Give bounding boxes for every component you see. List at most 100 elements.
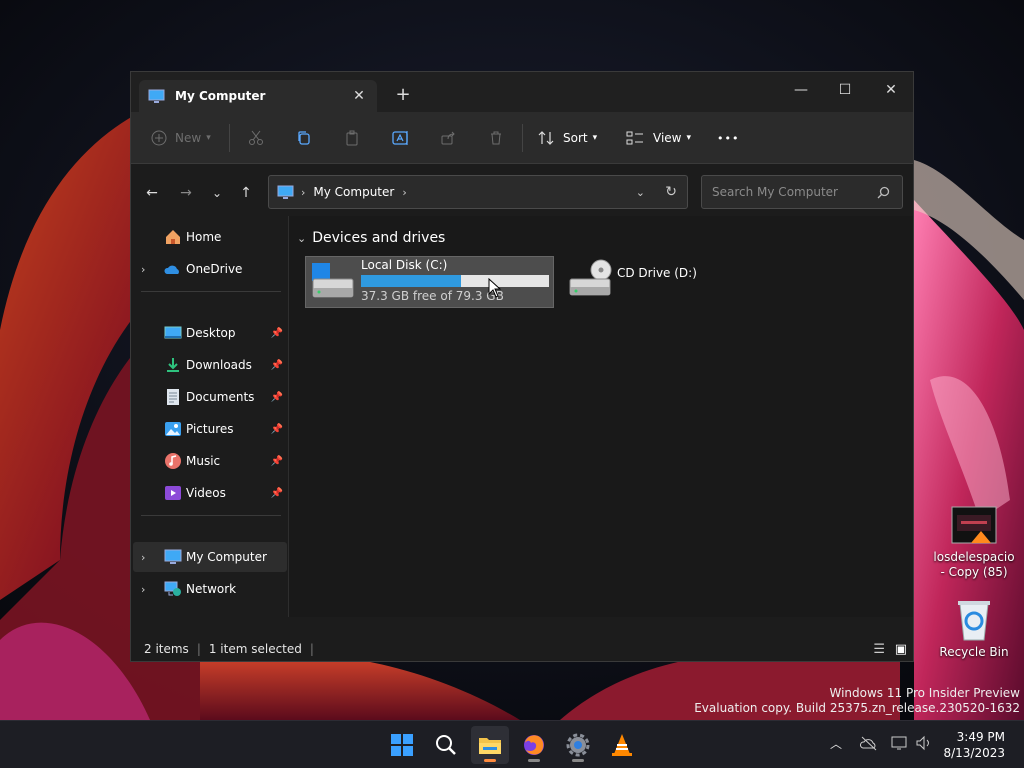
navigation-pane: Home › OneDrive Desktop 📌 Downloads 📌 Do… [131, 216, 289, 617]
item-count: 2 items [144, 642, 189, 656]
cd-drive-icon [569, 259, 612, 296]
cut-button[interactable] [248, 125, 264, 151]
start-button[interactable] [383, 726, 421, 764]
tab-my-computer[interactable]: My Computer ✕ [139, 80, 377, 112]
rename-button[interactable] [392, 125, 410, 151]
new-tab-button[interactable]: + [393, 84, 413, 105]
network-status-icon[interactable] [891, 735, 909, 751]
clock[interactable]: 3:49 PM 8/13/2023 [943, 729, 1005, 761]
content-pane[interactable]: ⌄ Devices and drives Local Disk (C:) 37.… [289, 216, 913, 617]
search-input[interactable] [710, 184, 874, 200]
nav-item-videos[interactable]: Videos 📌 [133, 478, 287, 508]
clipboard-icon [346, 130, 358, 146]
nav-item-label: Music [186, 454, 221, 468]
search-icon [436, 735, 456, 755]
video-thumbnail-icon [951, 506, 997, 544]
chevron-down-icon: ⌄ [297, 231, 307, 245]
nav-item-label: OneDrive [186, 262, 243, 276]
refresh-icon[interactable]: ↻ [665, 184, 677, 200]
search-box[interactable] [701, 175, 903, 209]
search-button[interactable] [427, 726, 465, 764]
tab-label: My Computer [175, 89, 266, 103]
chevron-down-icon: ▾ [592, 133, 598, 143]
pin-icon[interactable]: 📌 [271, 456, 283, 467]
monitor-icon [164, 549, 182, 564]
desktop-icon-recycle-bin[interactable]: Recycle Bin [932, 598, 1016, 659]
tiles-view-icon[interactable]: ▣ [895, 642, 907, 657]
nav-item-pictures[interactable]: Pictures 📌 [133, 414, 287, 444]
address-bar[interactable]: › My Computer › ⌄ ↻ [268, 175, 688, 209]
up-button[interactable]: ↑ [235, 182, 257, 204]
nav-divider [141, 515, 281, 516]
scissors-icon [249, 130, 263, 145]
address-dropdown-icon[interactable]: ⌄ [636, 186, 645, 199]
nav-item-downloads[interactable]: Downloads 📌 [133, 350, 287, 380]
more-options-button[interactable]: ••• [717, 125, 739, 151]
nav-item-label: Home [186, 230, 222, 244]
chevron-right-icon[interactable]: › [141, 263, 145, 276]
recent-locations-button[interactable]: ⌄ [206, 182, 228, 204]
back-button[interactable]: ← [141, 182, 163, 204]
view-button[interactable]: View ▾ [626, 125, 691, 151]
running-indicator [572, 759, 584, 762]
active-indicator [484, 759, 496, 762]
nav-item-home[interactable]: Home [133, 222, 287, 252]
new-button[interactable]: New ▾ [151, 125, 211, 151]
file-explorer-taskbar-button[interactable] [471, 726, 509, 764]
nav-item-network[interactable]: › Network [133, 574, 287, 604]
breadcrumb-chevron-icon: › [301, 185, 306, 199]
monitor-icon [148, 89, 165, 103]
running-indicator [528, 759, 540, 762]
cloud-offline-icon[interactable] [860, 735, 878, 751]
close-tab-button[interactable]: ✕ [347, 88, 371, 104]
nav-item-documents[interactable]: Documents 📌 [133, 382, 287, 412]
delete-button[interactable] [488, 125, 504, 151]
share-icon [441, 131, 455, 145]
pin-icon[interactable]: 📌 [271, 488, 283, 499]
details-view-icon[interactable]: ☰ [873, 642, 885, 657]
nav-item-label: My Computer [186, 550, 267, 564]
pin-icon[interactable]: 📌 [271, 360, 283, 371]
forward-button[interactable]: → [175, 182, 197, 204]
recycle-bin-icon [958, 601, 990, 641]
pin-icon[interactable]: 📌 [271, 328, 283, 339]
sort-button-label: Sort [563, 131, 588, 145]
paste-button[interactable] [344, 125, 360, 151]
status-bar: 2 items | 1 item selected | ☰ ▣ [131, 637, 913, 661]
volume-icon[interactable] [915, 735, 933, 751]
drive-tile-cd-drive-d[interactable]: CD Drive (D:) [565, 256, 715, 308]
sort-icon [538, 131, 554, 145]
file-explorer-window: My Computer ✕ + — ☐ ✕ New ▾ Sort ▾ View … [130, 71, 914, 662]
nav-item-music[interactable]: Music 📌 [133, 446, 287, 476]
title-bar[interactable]: My Computer ✕ + — ☐ ✕ [131, 72, 913, 112]
chevron-right-icon[interactable]: › [141, 551, 145, 564]
sort-button[interactable]: Sort ▾ [538, 125, 597, 151]
search-icon [877, 186, 890, 198]
copy-button[interactable] [296, 125, 312, 151]
close-window-button[interactable]: ✕ [869, 76, 913, 104]
nav-item-desktop[interactable]: Desktop 📌 [133, 318, 287, 348]
desktop-icon-video[interactable]: losdelespacio - Copy (85) [932, 505, 1016, 580]
nav-item-onedrive[interactable]: › OneDrive [133, 254, 287, 284]
document-icon [167, 389, 179, 405]
chevron-right-icon[interactable]: › [141, 583, 145, 596]
clock-time: 3:49 PM [956, 730, 1005, 744]
maximize-button[interactable]: ☐ [823, 76, 867, 104]
pin-icon[interactable]: 📌 [271, 392, 283, 403]
minimize-button[interactable]: — [779, 76, 823, 104]
breadcrumb-my-computer[interactable]: My Computer [313, 185, 394, 199]
nav-item-label: Network [186, 582, 237, 596]
rename-icon [392, 131, 408, 145]
share-button[interactable] [440, 125, 456, 151]
firefox-taskbar-button[interactable] [515, 726, 553, 764]
settings-taskbar-button[interactable] [559, 726, 597, 764]
cloud-icon [164, 265, 179, 274]
mouse-cursor-icon [488, 278, 502, 298]
group-header-devices[interactable]: ⌄ Devices and drives [297, 230, 445, 246]
vlc-taskbar-button[interactable] [603, 726, 641, 764]
show-hidden-icons-button[interactable]: ︿ [830, 735, 842, 752]
selection-count: 1 item selected [208, 642, 302, 656]
pin-icon[interactable]: 📌 [271, 424, 283, 435]
drive-tile-local-disk-c[interactable]: Local Disk (C:) 37.3 GB free of 79.3 GB [305, 256, 554, 308]
nav-item-my-computer[interactable]: › My Computer [133, 542, 287, 572]
